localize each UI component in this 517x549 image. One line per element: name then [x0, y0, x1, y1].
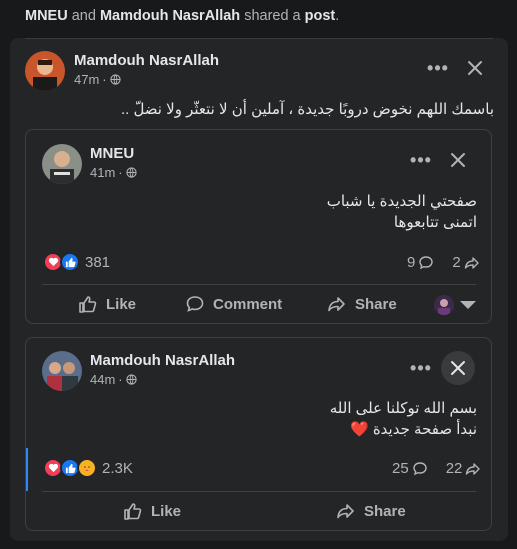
thumbs-up-icon [79, 296, 97, 313]
main-author-name[interactable]: Mamdouh NasrAllah [74, 52, 219, 69]
meta-dot: · [102, 72, 107, 87]
actor-link-1[interactable]: MNEU [25, 8, 68, 24]
shared-shares-count[interactable]: 2 [452, 254, 479, 271]
care-reaction-icon [77, 458, 97, 478]
more-icon: ••• [427, 58, 449, 78]
second-close-button[interactable] [441, 351, 475, 385]
selector-avatar [434, 295, 454, 315]
second-comments-count[interactable]: 25 [392, 460, 428, 477]
close-icon [468, 61, 482, 75]
shared-reactions[interactable]: 381 [43, 252, 110, 272]
more-options-button[interactable]: ••• [421, 51, 455, 85]
shared-comment-button[interactable]: Comment [185, 294, 282, 314]
comment-label: Comment [213, 295, 283, 313]
share-icon [466, 462, 481, 475]
close-icon [451, 153, 465, 167]
second-shares-count[interactable]: 22 [446, 460, 482, 477]
comments-number: 9 [407, 254, 416, 271]
globe-icon [110, 74, 121, 85]
like-label: Like [106, 295, 137, 313]
close-icon [451, 361, 465, 375]
like-reaction-icon [60, 252, 80, 272]
second-share-button[interactable]: Share [336, 501, 406, 521]
avatar-main[interactable] [25, 51, 65, 91]
share-label: Share [355, 295, 397, 313]
second-post-meta: 44m · [90, 372, 137, 387]
shared-comments-count[interactable]: 9 [407, 254, 434, 271]
comments-number: 25 [392, 460, 409, 477]
shared-close-button[interactable] [441, 143, 475, 177]
shared-text: shared a [244, 8, 301, 24]
comment-icon [186, 296, 204, 312]
accent-bar [26, 448, 28, 491]
shared-share-button[interactable]: Share [327, 294, 397, 314]
shared-counts: 9 2 [407, 254, 480, 271]
react-as-selector[interactable] [434, 295, 478, 315]
chevron-down-icon [460, 301, 476, 309]
second-reactions[interactable]: 2.3K [43, 458, 133, 478]
shared-reactions-count: 381 [85, 253, 111, 271]
shared-post-line2: اتمنى تتابعوها [393, 214, 477, 231]
actor-link-2[interactable]: Mamdouh NasrAllah [100, 8, 240, 24]
divider [42, 284, 476, 285]
second-time[interactable]: 44m [90, 372, 115, 387]
second-counts: 25 22 [392, 460, 481, 477]
meta-dot: · [118, 165, 123, 180]
share-icon [337, 504, 354, 519]
post-link[interactable]: post [305, 8, 336, 24]
divider [42, 491, 476, 492]
period-text: . [335, 8, 340, 24]
main-post-meta: 47m · [74, 72, 121, 87]
second-like-button[interactable]: Like [123, 501, 181, 521]
more-icon: ••• [410, 358, 432, 378]
shared-post-line1: صفحتي الجديدة يا شباب [326, 193, 477, 210]
comment-icon [412, 461, 427, 475]
close-button[interactable] [458, 51, 492, 85]
globe-icon [126, 374, 137, 385]
shares-number: 22 [445, 460, 463, 477]
shares-number: 2 [452, 254, 461, 271]
comment-icon [419, 255, 434, 269]
second-post-line1: بسم الله توكلنا على الله [329, 400, 477, 417]
second-more-button[interactable]: ••• [404, 351, 438, 385]
shared-time[interactable]: 41m [90, 165, 115, 180]
second-author-name[interactable]: Mamdouh NasrAllah [90, 352, 235, 369]
shared-more-button[interactable]: ••• [404, 143, 438, 177]
share-icon [464, 256, 479, 269]
main-time[interactable]: 47m [74, 72, 99, 87]
thumbs-up-icon [124, 503, 142, 520]
second-post-line2: نبدأ صفحة جديدة ❤️ [349, 421, 477, 438]
and-text: and [71, 8, 96, 24]
more-icon: ••• [410, 150, 432, 170]
avatar-shared[interactable] [42, 144, 82, 184]
main-post-text: باسمك اللهم نخوض دروبًا جديدة ، آملين أن… [120, 101, 494, 118]
globe-icon [126, 167, 137, 178]
like-label: Like [151, 502, 182, 520]
avatar-second[interactable] [42, 351, 82, 391]
divider [25, 38, 493, 39]
share-icon [328, 297, 345, 312]
share-label: Share [364, 502, 406, 520]
notification-header: MNEU and Mamdouh NasrAllah shared a post… [25, 8, 339, 24]
second-reactions-count: 2.3K [102, 459, 133, 477]
meta-dot: · [118, 372, 123, 387]
shared-author-name[interactable]: MNEU [90, 145, 134, 162]
shared-like-button[interactable]: Like [78, 294, 136, 314]
shared-post-meta: 41m · [90, 165, 137, 180]
